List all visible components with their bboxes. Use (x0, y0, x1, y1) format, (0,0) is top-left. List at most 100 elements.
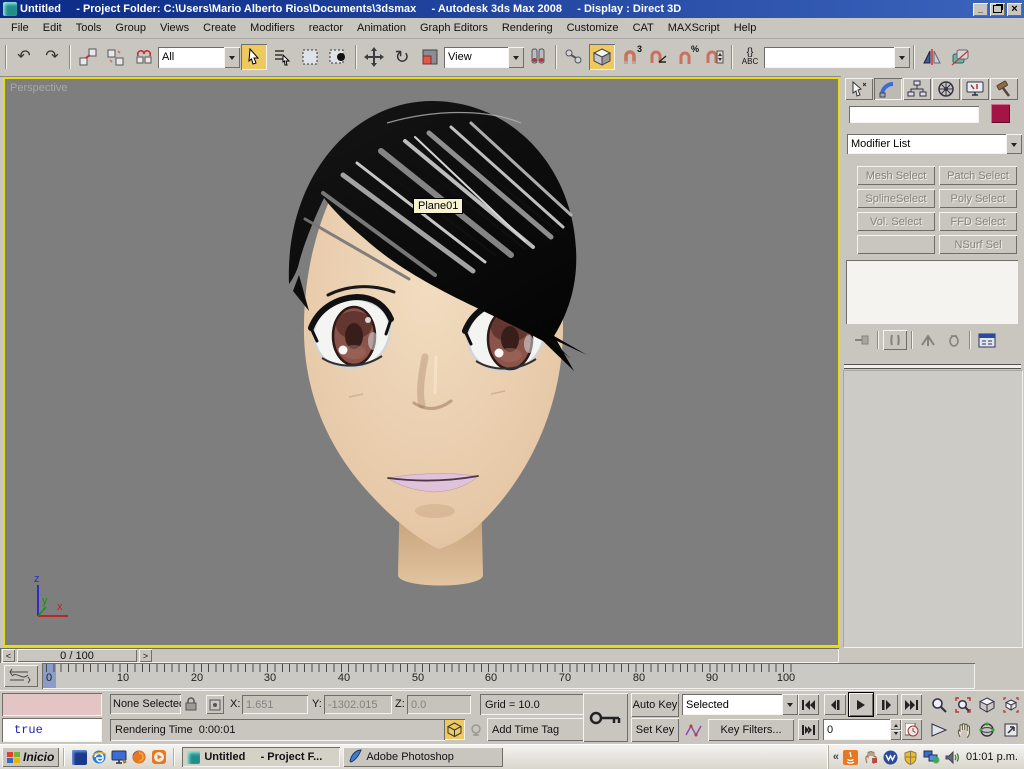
object-color-swatch[interactable] (991, 104, 1010, 123)
pin-stack-icon[interactable] (851, 330, 873, 350)
chevron-down-icon[interactable] (782, 694, 798, 715)
unlink-selection-icon[interactable] (103, 44, 129, 70)
auto-key-button[interactable]: Auto Key (631, 693, 679, 717)
current-frame-field[interactable]: 0 (823, 719, 901, 740)
use-pivot-point-center-icon[interactable] (525, 44, 551, 70)
tab-utilities[interactable] (990, 78, 1018, 100)
make-unique-icon[interactable] (917, 330, 939, 350)
dev-cpp-quicklaunch-icon[interactable] (69, 747, 89, 767)
poly-select-button[interactable]: Poly Select (939, 189, 1017, 208)
previous-frame-icon[interactable] (824, 694, 846, 715)
show-desktop-quicklaunch-icon[interactable] (109, 747, 129, 767)
clock[interactable]: 01:01 p.m. (964, 751, 1024, 763)
mini-curve-editor-icon[interactable] (4, 665, 38, 687)
volume-tray-icon[interactable] (944, 747, 961, 767)
select-and-rotate-icon[interactable]: ↻ (389, 44, 415, 70)
start-button[interactable]: Inicio (2, 747, 60, 767)
network-tray-icon[interactable] (922, 747, 941, 767)
patch-select-button[interactable]: Patch Select (939, 166, 1017, 185)
restore-button[interactable] (990, 2, 1005, 16)
security-shield-tray-icon[interactable] (902, 747, 919, 767)
key-mode-toggle-icon[interactable] (798, 719, 819, 740)
task-button-3dsmax[interactable]: Untitled - Project F... (182, 747, 341, 767)
tray-chevron-icon[interactable]: « (833, 751, 839, 763)
tab-motion[interactable] (932, 78, 960, 100)
media-player-quicklaunch-icon[interactable] (149, 747, 169, 767)
menu-graph-editors[interactable]: Graph Editors (413, 19, 495, 37)
time-configuration-icon[interactable] (901, 719, 922, 740)
menu-cat[interactable]: CAT (626, 19, 661, 37)
set-keys-button[interactable] (583, 693, 628, 742)
mirror-icon[interactable] (919, 44, 945, 70)
track-bar-ruler[interactable]: 0 10 20 30 40 50 60 70 80 90 100 (42, 663, 975, 689)
menu-animation[interactable]: Animation (350, 19, 413, 37)
menu-create[interactable]: Create (196, 19, 243, 37)
select-by-name-icon[interactable] (269, 44, 295, 70)
mesh-select-button[interactable]: Mesh Select (857, 166, 935, 185)
bind-to-space-warp-icon[interactable] (131, 44, 157, 70)
minimize-button[interactable]: _ (973, 2, 988, 16)
snaps-toggle-icon[interactable] (589, 44, 615, 70)
default-tangent-icon[interactable] (682, 719, 706, 741)
selection-filter-dropdown[interactable]: All (158, 46, 240, 68)
zoom-all-icon[interactable] (952, 694, 974, 715)
ffd-select-button[interactable]: FFD Select (939, 212, 1017, 231)
y-field[interactable]: -1302.015 (324, 695, 392, 714)
configure-modifier-sets-icon[interactable] (975, 330, 999, 350)
show-end-result-icon[interactable] (883, 330, 907, 350)
named-selection-dropdown[interactable] (764, 46, 910, 68)
menu-rendering[interactable]: Rendering (495, 19, 560, 37)
spline-select-button[interactable]: SplineSelect (857, 189, 935, 208)
redo-icon[interactable]: ↷ (39, 44, 65, 70)
menu-help[interactable]: Help (727, 19, 764, 37)
align-icon[interactable] (947, 44, 973, 70)
field-of-view-icon[interactable] (928, 719, 950, 740)
x-field[interactable]: 1.651 (242, 695, 308, 714)
tab-display[interactable] (961, 78, 989, 100)
menu-customize[interactable]: Customize (560, 19, 626, 37)
zoom-extents-icon[interactable] (976, 694, 998, 715)
select-object-icon[interactable] (241, 44, 267, 70)
menu-tools[interactable]: Tools (69, 19, 109, 37)
go-to-end-icon[interactable] (901, 694, 922, 715)
menu-maxscript[interactable]: MAXScript (661, 19, 727, 37)
key-mode-dropdown[interactable]: Selected (682, 694, 798, 715)
internet-explorer-quicklaunch-icon[interactable] (89, 747, 109, 767)
spinner-snap-icon[interactable] (701, 44, 727, 70)
z-field[interactable]: 0.0 (407, 695, 471, 714)
menu-group[interactable]: Group (108, 19, 153, 37)
select-and-link-icon[interactable] (75, 44, 101, 70)
tab-modify[interactable] (874, 78, 902, 100)
select-and-scale-icon[interactable] (417, 44, 443, 70)
wireless-tray-icon[interactable] (882, 747, 899, 767)
set-key-button[interactable]: Set Key (631, 718, 679, 742)
firefox-quicklaunch-icon[interactable] (129, 747, 149, 767)
communicator-icon[interactable] (467, 719, 485, 740)
arc-rotate-icon[interactable] (976, 719, 998, 740)
modifier-stack-list[interactable] (846, 260, 1018, 324)
blank-button[interactable] (857, 235, 935, 254)
pan-icon[interactable] (952, 719, 974, 740)
next-frame-icon[interactable] (876, 694, 898, 715)
chevron-down-icon[interactable] (894, 46, 910, 68)
frame-spinner-down-icon[interactable] (890, 729, 901, 740)
menu-reactor[interactable]: reactor (302, 19, 350, 37)
reference-coordinate-dropdown[interactable]: View (444, 46, 524, 68)
selection-lock-icon[interactable] (182, 695, 200, 713)
menu-file[interactable]: File (4, 19, 36, 37)
go-to-start-icon[interactable] (798, 694, 819, 715)
task-button-photoshop[interactable]: Adobe Photoshop (343, 747, 504, 767)
percent-snap-icon[interactable]: % (673, 44, 699, 70)
head-model[interactable]: z x y (5, 79, 838, 645)
remove-modifier-icon[interactable] (943, 330, 965, 350)
touchpad-tray-icon[interactable] (862, 747, 879, 767)
chevron-down-icon[interactable] (1006, 134, 1022, 154)
select-and-move-icon[interactable] (361, 44, 387, 70)
zoom-extents-all-icon[interactable] (1000, 694, 1022, 715)
menu-edit[interactable]: Edit (36, 19, 69, 37)
viewport-label[interactable]: Perspective (10, 82, 67, 94)
menu-views[interactable]: Views (153, 19, 196, 37)
absolute-mode-toggle[interactable] (206, 695, 224, 714)
time-slider-handle[interactable]: 0 / 100 (17, 649, 137, 662)
object-name-field[interactable] (849, 106, 979, 123)
